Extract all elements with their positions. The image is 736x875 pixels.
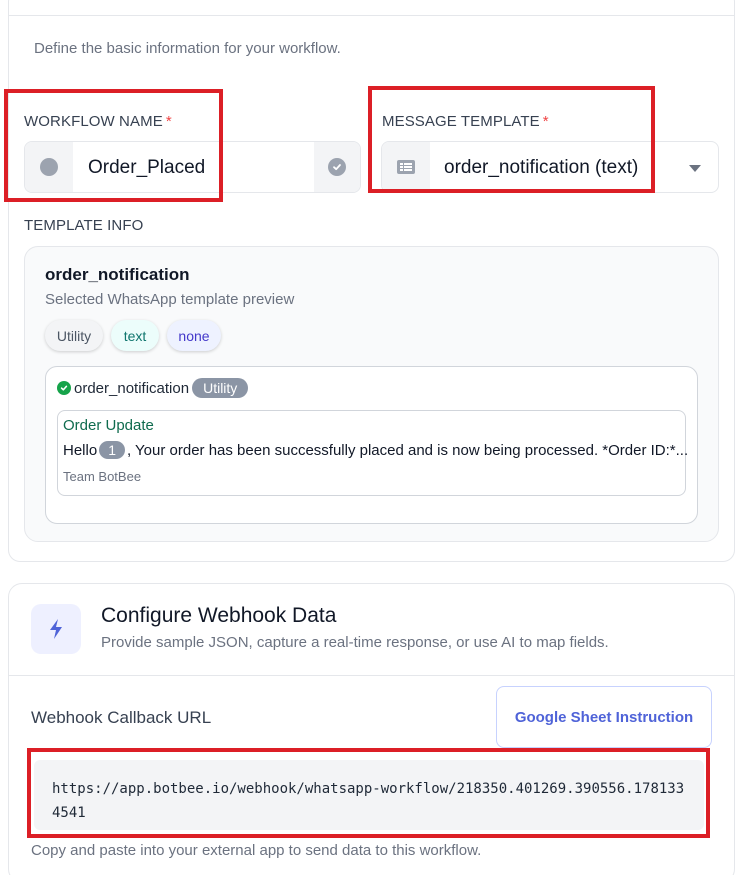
workflow-name-label: WORKFLOW NAME * <box>24 113 172 130</box>
chip-type: text <box>111 320 159 351</box>
preview-template-name: order_notification <box>74 379 190 397</box>
chevron-down-icon[interactable] <box>689 165 701 172</box>
message-template-value[interactable]: order_notification (text) <box>444 157 638 179</box>
required-mark: * <box>542 113 549 130</box>
webhook-subtitle: Provide sample JSON, capture a real-time… <box>101 634 609 651</box>
template-list-icon <box>397 160 415 174</box>
callback-url-label: Webhook Callback URL <box>31 708 212 727</box>
webhook-title: Configure Webhook Data <box>101 604 337 627</box>
bolt-icon-tile <box>31 604 81 654</box>
required-mark: * <box>165 113 172 130</box>
callback-url-value[interactable]: https://app.botbee.io/webhook/whatsapp-w… <box>52 777 692 825</box>
check-icon <box>57 381 71 395</box>
message-body-text: , Your order has been successfully place… <box>126 441 689 459</box>
chip-category: Utility <box>45 320 103 351</box>
message-template-addon <box>382 142 430 192</box>
webhook-divider <box>8 675 735 676</box>
message-body-prefix: Hello <box>63 441 98 459</box>
template-info-label: TEMPLATE INFO <box>24 217 144 234</box>
bolt-icon <box>50 619 62 639</box>
message-template-label: MESSAGE TEMPLATE * <box>382 113 549 130</box>
check-circle-icon <box>328 158 346 176</box>
workflow-name-label-text: WORKFLOW NAME <box>24 113 163 130</box>
message-footer: Team BotBee <box>63 469 142 484</box>
chip-header: none <box>167 320 221 351</box>
message-template-label-text: MESSAGE TEMPLATE <box>382 113 540 130</box>
variable-pill: 1 <box>99 441 125 459</box>
message-body: Hello 1 , Your order has been successful… <box>63 441 688 459</box>
template-description: Selected WhatsApp template preview <box>45 291 295 308</box>
template-name: order_notification <box>45 265 190 284</box>
preview-category-badge: Utility <box>192 378 249 398</box>
callback-url-hint: Copy and paste into your external app to… <box>31 842 482 859</box>
card-header-divider <box>8 15 735 16</box>
circle-icon <box>40 158 58 176</box>
google-sheet-instruction-button[interactable]: Google Sheet Instruction <box>496 686 712 748</box>
workflow-name-addon <box>25 142 73 192</box>
workflow-name-status <box>314 142 360 192</box>
workflow-name-value[interactable]: Order_Placed <box>88 157 205 179</box>
preview-header-row: order_notification Utility <box>57 378 249 398</box>
basic-info-subtitle: Define the basic information for your wo… <box>34 40 341 57</box>
message-header: Order Update <box>63 417 154 434</box>
